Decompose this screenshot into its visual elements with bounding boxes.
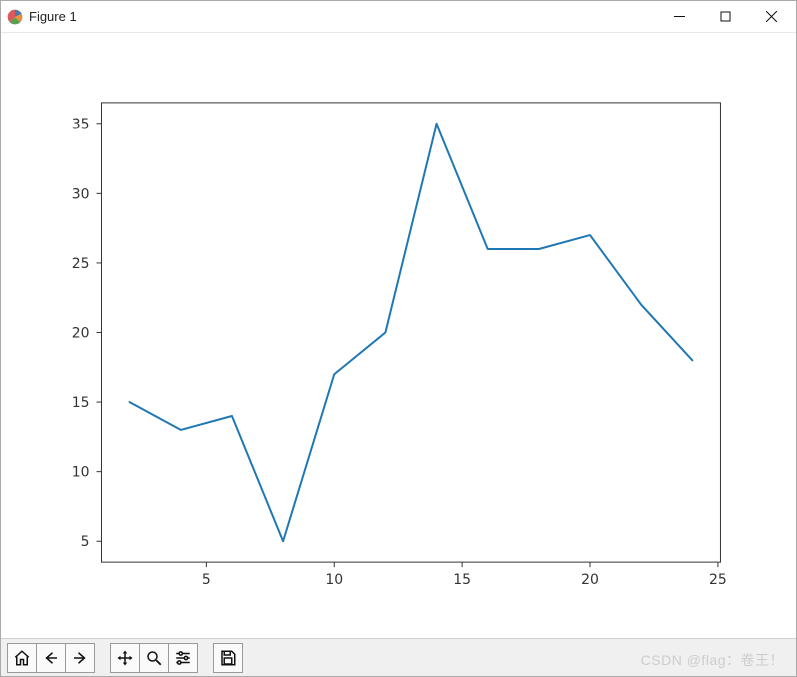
x-tick-label: 10 [325,572,343,588]
window-title: Figure 1 [29,9,77,24]
pan-button[interactable] [110,643,140,673]
chart-svg: 5 10 15 20 25 5 10 15 20 25 30 35 [1,33,796,638]
zoom-button[interactable] [139,643,169,673]
zoom-icon [145,649,163,667]
save-icon [219,649,237,667]
x-tick-label: 15 [453,572,471,588]
app-icon [7,9,23,25]
line-series [130,124,693,541]
y-tick-label: 10 [72,465,90,481]
forward-button[interactable] [65,643,95,673]
back-button[interactable] [36,643,66,673]
configure-button[interactable] [168,643,198,673]
x-tick-label: 20 [581,572,599,588]
y-tick-label: 25 [72,256,90,272]
axes-frame [101,103,720,562]
maximize-button[interactable] [702,1,748,33]
watermark: CSDN @flag：卷王！ [641,650,784,670]
plot-area[interactable]: 5 10 15 20 25 5 10 15 20 25 30 35 [1,33,796,638]
y-tick-label: 30 [72,186,90,202]
sliders-icon [174,649,192,667]
close-button[interactable] [748,1,794,33]
y-tick-label: 35 [72,117,90,133]
home-button[interactable] [7,643,37,673]
titlebar: Figure 1 [1,1,796,33]
y-tick-label: 5 [81,534,90,550]
nav-toolbar: CSDN @flag：卷王！ [1,638,796,676]
forward-arrow-icon [71,649,89,667]
pan-icon [116,649,134,667]
x-tick-label: 25 [709,572,727,588]
save-button[interactable] [213,643,243,673]
back-arrow-icon [42,649,60,667]
minimize-button[interactable] [656,1,702,33]
window-controls [656,1,794,33]
y-tick-label: 20 [72,325,90,341]
x-tick-label: 5 [202,572,211,588]
home-icon [13,649,31,667]
matplotlib-window: Figure 1 5 10 15 20 25 5 10 15 20 25 30 35 [0,0,797,677]
y-tick-label: 15 [72,395,90,411]
